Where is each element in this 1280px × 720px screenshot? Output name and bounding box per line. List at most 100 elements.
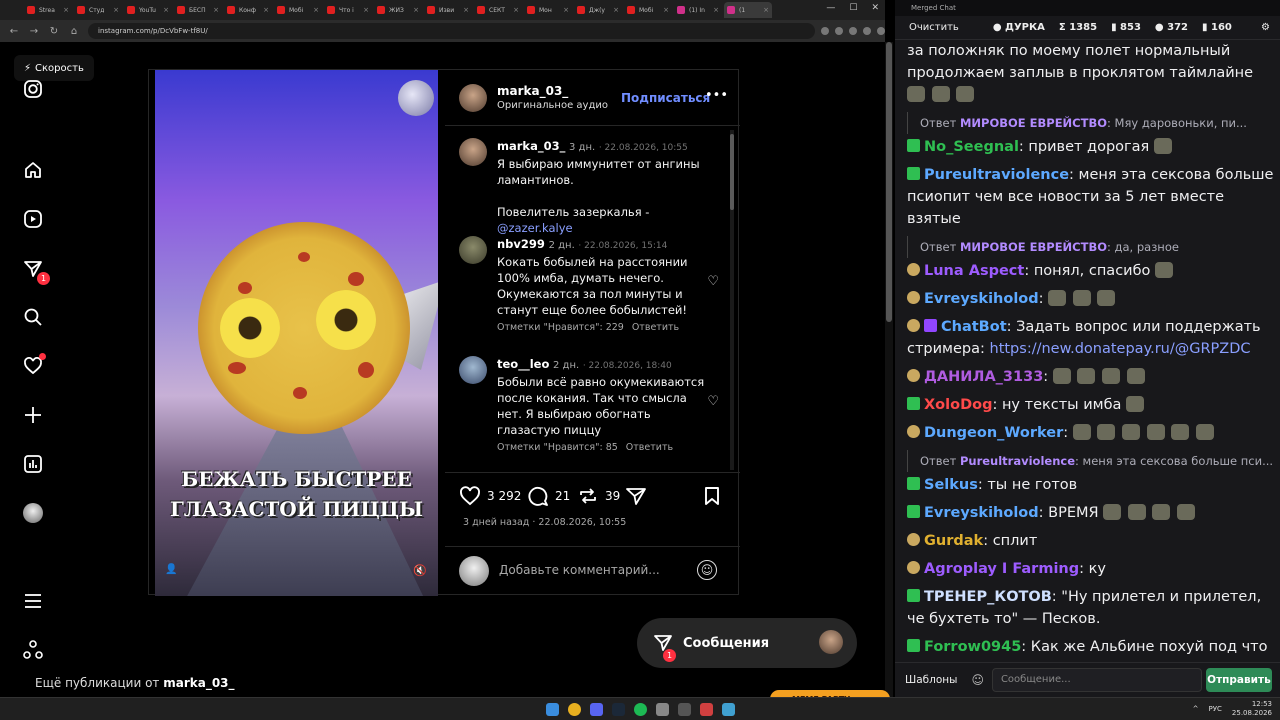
comment-likes[interactable]: Отметки "Нравится": 85 — [497, 442, 618, 453]
app-icon[interactable] — [700, 703, 713, 716]
comments-scrollbar[interactable] — [730, 130, 734, 470]
comment-likes[interactable]: Отметки "Нравится": 229 — [497, 322, 624, 333]
chat-nick[interactable]: Pureultraviolence — [924, 167, 1069, 183]
like-button[interactable]: 3 292 — [459, 486, 521, 506]
reply-button[interactable]: Ответить — [632, 322, 679, 333]
browser-tab[interactable]: (1 × — [724, 2, 772, 18]
post-age[interactable]: 3 дней назад — [463, 517, 529, 528]
scroll-thumb[interactable] — [730, 134, 734, 210]
dashboard-nav-icon[interactable] — [22, 453, 44, 475]
close-icon[interactable]: ✕ — [871, 3, 879, 13]
tab-close-icon[interactable]: × — [613, 6, 619, 14]
follow-button[interactable]: Подписаться — [621, 91, 710, 105]
browser-tab[interactable]: Мон × — [524, 2, 572, 18]
chat-nick[interactable]: Dungeon_Worker — [924, 425, 1063, 441]
home-icon[interactable]: ⌂ — [68, 26, 80, 37]
browser-tab[interactable]: СЕКТ × — [474, 2, 522, 18]
minimize-icon[interactable]: — — [826, 3, 835, 13]
chat-nick[interactable]: Luna Aspect — [924, 263, 1024, 279]
reply-nick[interactable]: МИРОВОЕ ЕВРЕЙСТВО — [960, 116, 1107, 130]
home-nav-icon[interactable] — [22, 159, 44, 181]
tab-close-icon[interactable]: × — [313, 6, 319, 14]
tab-close-icon[interactable]: × — [163, 6, 169, 14]
tab-close-icon[interactable]: × — [63, 6, 69, 14]
author-username[interactable]: marka_03_ — [497, 84, 568, 98]
settings-icon[interactable]: ⚙ — [1261, 22, 1270, 33]
extension-icon[interactable] — [877, 27, 885, 35]
tab-close-icon[interactable]: × — [713, 6, 719, 14]
commenter-avatar[interactable] — [459, 356, 487, 384]
comment-like-icon[interactable]: ♡ — [707, 394, 719, 409]
browser-tab[interactable]: Изви × — [424, 2, 472, 18]
chat-nick[interactable]: Evreyskiholod — [924, 505, 1039, 521]
browser-tab[interactable]: Мобі × — [274, 2, 322, 18]
chat-nick[interactable]: Agroplay I Farming — [924, 561, 1079, 577]
chat-nick[interactable]: ТРЕНЕР_КОТОВ — [924, 589, 1052, 605]
chrome-icon[interactable] — [568, 703, 581, 716]
clear-button[interactable]: Очистить — [903, 20, 965, 35]
extension-icon[interactable] — [835, 27, 843, 35]
reel-video[interactable]: БЕЖАТЬ БЫСТРЕЕ ГЛАЗАСТОЙ ПИЦЦЫ 👤 🔇 — [155, 70, 438, 596]
tab-close-icon[interactable]: × — [213, 6, 219, 14]
profile-avatar[interactable] — [22, 502, 44, 524]
browser-tab[interactable]: ЖИЗ × — [374, 2, 422, 18]
tab-close-icon[interactable]: × — [413, 6, 419, 14]
notifications-nav-icon[interactable] — [22, 353, 46, 377]
mention-link[interactable]: @zazer.kalye — [497, 221, 573, 235]
browser-tab[interactable]: БЕСП × — [174, 2, 222, 18]
chat-nick[interactable]: Gurdak — [924, 533, 983, 549]
spotify-icon[interactable] — [634, 703, 647, 716]
chat-nick[interactable]: Selkus — [924, 477, 978, 493]
app-icon[interactable] — [678, 703, 691, 716]
app-icon[interactable] — [722, 703, 735, 716]
author-avatar[interactable] — [459, 84, 487, 112]
tab-close-icon[interactable]: × — [263, 6, 269, 14]
reload-icon[interactable]: ↻ — [48, 26, 60, 37]
app-icon[interactable] — [656, 703, 669, 716]
page-scrollbar[interactable] — [885, 42, 893, 697]
comment-username[interactable]: nbv299 — [497, 237, 545, 251]
menu-icon[interactable] — [22, 590, 44, 612]
browser-tab[interactable]: Студ × — [74, 2, 122, 18]
chat-nick[interactable]: Forrow0945 — [924, 639, 1021, 655]
clock[interactable]: 12:53 25.08.2026 — [1232, 700, 1272, 718]
apps-icon[interactable] — [22, 639, 44, 661]
reply-nick[interactable]: Pureultraviolence — [960, 454, 1075, 468]
emoji-picker-icon[interactable]: ☺ — [971, 673, 984, 687]
original-audio[interactable]: Оригинальное аудио — [497, 100, 608, 111]
add-comment-input[interactable]: Добавьте комментарий... — [499, 563, 660, 577]
share-button[interactable] — [625, 486, 647, 506]
chat-nick[interactable]: ChatBot — [941, 319, 1007, 335]
chat-nick[interactable]: No_Seegnal — [924, 139, 1019, 155]
author-avatar[interactable] — [459, 138, 487, 166]
reply-nick[interactable]: МИРОВОЕ ЕВРЕЙСТВО — [960, 240, 1107, 254]
chat-nick[interactable]: Evreyskiholod — [924, 291, 1039, 307]
browser-tab[interactable]: (1) In × — [674, 2, 722, 18]
messages-button[interactable]: 1 Сообщения — [637, 618, 857, 668]
reels-nav-icon[interactable] — [22, 208, 44, 230]
browser-tab[interactable]: Конф × — [224, 2, 272, 18]
url-field[interactable]: instagram.com/p/DcVbFw-tf8U/ — [88, 23, 815, 39]
page-scroll-thumb[interactable] — [886, 42, 892, 322]
comment-username[interactable]: marka_03_ — [497, 139, 565, 153]
browser-tab[interactable]: Мобі × — [624, 2, 672, 18]
muted-icon[interactable]: 🔇 — [413, 564, 427, 577]
tab-close-icon[interactable]: × — [113, 6, 119, 14]
browser-tab[interactable]: YouTu × — [124, 2, 172, 18]
reply-button[interactable]: Ответить — [626, 442, 673, 453]
chat-nick[interactable]: ДАНИЛА_3133 — [924, 369, 1043, 385]
instagram-logo-icon[interactable] — [22, 78, 44, 100]
discord-icon[interactable] — [590, 703, 603, 716]
chat-nick[interactable]: XoloDog — [924, 397, 992, 413]
tagged-user-icon[interactable]: 👤 — [165, 564, 177, 575]
tab-close-icon[interactable]: × — [513, 6, 519, 14]
start-icon[interactable] — [546, 703, 559, 716]
tray-arrow-icon[interactable]: ^ — [1193, 705, 1199, 713]
chat-link[interactable]: https://new.donatepay.ru/@GRPZDC — [990, 341, 1251, 357]
browser-tab[interactable]: Дж(у × — [574, 2, 622, 18]
forward-icon[interactable]: → — [28, 26, 40, 37]
comment-username[interactable]: teo__leo — [497, 357, 549, 371]
comment-button[interactable]: 21 — [527, 486, 570, 506]
save-button[interactable] — [703, 486, 721, 506]
maximize-icon[interactable]: ☐ — [849, 3, 857, 13]
